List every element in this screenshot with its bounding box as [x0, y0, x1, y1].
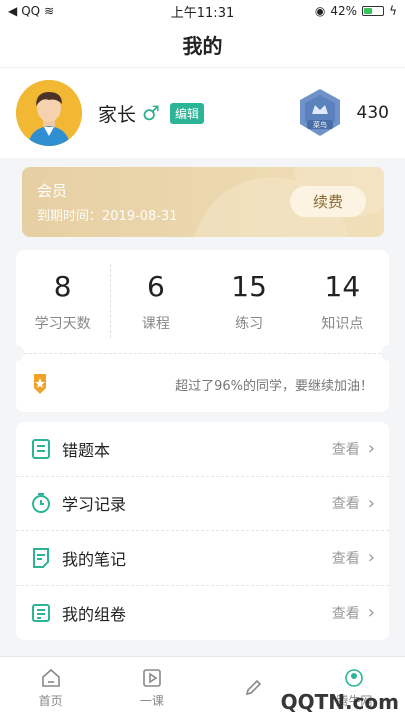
list-item-study-record[interactable]: 学习记录 查看 ›	[16, 477, 389, 531]
lock-icon: ◉	[314, 4, 326, 18]
user-icon	[345, 669, 364, 687]
list-item-label: 我的笔记	[62, 549, 127, 569]
avatar[interactable]	[16, 80, 82, 146]
rank-badge-label: 菜鸟	[313, 120, 327, 129]
battery-icon	[362, 6, 385, 16]
dashed-divider	[24, 353, 381, 354]
view-link[interactable]: 查看	[332, 439, 360, 459]
medal-icon	[34, 374, 46, 394]
watermark: QQTN.com	[280, 690, 399, 714]
stat-label: 练习	[235, 316, 264, 332]
chevron-right-icon: ›	[367, 602, 375, 624]
stat-courses[interactable]: 6 课程	[109, 270, 202, 333]
stat-value: 15	[231, 270, 267, 303]
stat-study-days[interactable]: 8 学习天数	[16, 270, 109, 333]
male-icon: ♂	[142, 101, 160, 125]
stat-label: 学习天数	[34, 316, 91, 332]
user-name: 家长	[98, 103, 137, 126]
stat-value: 8	[53, 270, 72, 303]
menu-list: 错题本 查看 › 学习记录 查看 › 我的笔记 查看 › 我的组卷 查看 ›	[16, 422, 389, 640]
stat-label: 课程	[141, 316, 170, 332]
play-icon	[143, 669, 161, 687]
score-value: 430	[356, 103, 389, 123]
edit-button[interactable]: 编辑	[169, 102, 204, 124]
carrier-label: QQ	[21, 4, 41, 18]
list-item-label: 学习记录	[62, 495, 127, 515]
clock-icon	[32, 493, 50, 514]
back-icon[interactable]: ◀	[8, 4, 17, 18]
list-item-wrong-book[interactable]: 错题本 查看 ›	[16, 422, 389, 477]
stat-label: 知识点	[321, 316, 364, 332]
ticket-notch-left	[8, 345, 24, 361]
stat-practice[interactable]: 15 练习	[203, 270, 296, 333]
chevron-right-icon: ›	[367, 438, 375, 460]
stat-divider	[110, 264, 111, 338]
renew-button[interactable]: 续费	[290, 186, 366, 217]
stat-value: 14	[324, 270, 361, 303]
chevron-right-icon: ›	[367, 492, 375, 514]
list-item-label: 我的组卷	[62, 604, 127, 624]
view-link[interactable]: 查看	[332, 548, 360, 568]
list-item-my-notes[interactable]: 我的笔记 查看 ›	[16, 531, 389, 586]
tab-label: 一课	[139, 694, 164, 708]
notebook-icon	[32, 438, 50, 459]
stat-value: 6	[146, 270, 165, 303]
paper-stack-icon	[32, 603, 50, 622]
rank-badge-icon: 菜鸟	[299, 89, 340, 136]
stats-card: 8 学习天数 6 课程 15 练习 14 知识点 超过了96%的同学，要继续加油…	[8, 250, 397, 412]
list-item-my-papers[interactable]: 我的组卷 查看 ›	[16, 586, 389, 641]
tab-home[interactable]: 首页	[0, 657, 101, 720]
note-icon	[33, 547, 49, 568]
view-link[interactable]: 查看	[332, 493, 360, 513]
page-title: 我的	[0, 22, 405, 68]
stat-knowledge[interactable]: 14 知识点	[296, 270, 389, 333]
encourage-tip: 超过了96%的同学，要继续加油！	[175, 378, 373, 394]
ticket-notch-right	[381, 345, 397, 361]
profile-header: 家长 ♂ 编辑 菜鸟 430	[0, 68, 405, 158]
battery-percent: 42%	[330, 4, 358, 18]
member-title: 会员	[37, 182, 68, 200]
member-card[interactable]: 会员 到期时间：2019-08-31 续费	[22, 167, 384, 237]
tab-label: 首页	[38, 694, 63, 708]
member-expire: 到期时间：2019-08-31	[37, 209, 178, 224]
chevron-right-icon: ›	[367, 547, 375, 569]
wifi-icon: ≋	[44, 4, 55, 18]
tab-lesson[interactable]: 一课	[101, 657, 202, 720]
list-item-label: 错题本	[62, 440, 111, 460]
charging-icon: ϟ	[389, 4, 397, 18]
view-link[interactable]: 查看	[332, 603, 360, 623]
status-time: 上午11:31	[170, 5, 235, 21]
edit-icon	[246, 679, 262, 695]
status-bar: ◀ QQ ≋ 上午11:31 ◉ 42% ϟ	[0, 0, 405, 22]
home-icon	[41, 668, 60, 687]
